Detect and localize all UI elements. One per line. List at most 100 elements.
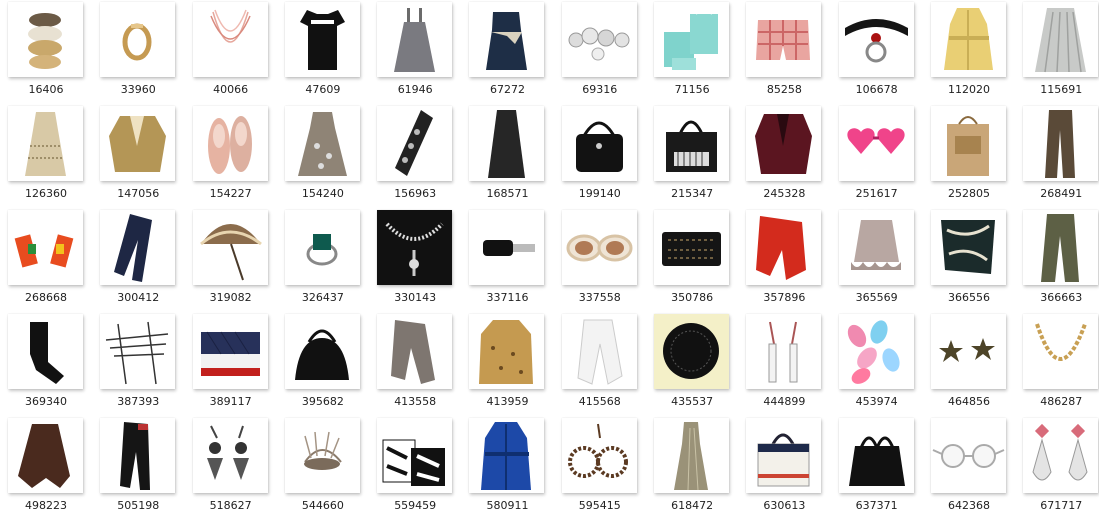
thumbnail-item[interactable]: 71156 (654, 2, 730, 102)
white-jeans-icon[interactable] (561, 314, 637, 389)
thumbnail-item[interactable]: 268491 (1023, 106, 1099, 206)
yellow-trench-coat-icon[interactable] (930, 2, 1006, 77)
thumbnail-item[interactable]: 366556 (930, 210, 1007, 310)
thumbnail-item[interactable]: 637371 (838, 418, 915, 518)
thumbnail-item[interactable]: 357896 (746, 210, 822, 310)
thumbnail-item[interactable]: 365569 (838, 210, 915, 310)
thumbnail-item[interactable]: 444899 (746, 314, 822, 414)
thumbnail-item[interactable]: 40066 (192, 2, 269, 102)
thumbnail-item[interactable]: 319082 (192, 210, 269, 310)
thumbnail-item[interactable]: 168571 (469, 106, 545, 206)
thumbnail-item[interactable]: 435537 (654, 314, 730, 414)
thumbnail-item[interactable]: 453974 (838, 314, 915, 414)
embellished-glove-icon[interactable] (377, 106, 453, 181)
black-alma-bag-icon[interactable] (284, 314, 360, 389)
thumbnail-item[interactable]: 268668 (8, 210, 84, 310)
thumbnail-item[interactable]: 300412 (100, 210, 176, 310)
brown-skirt-icon[interactable] (8, 418, 83, 493)
black-maxi-skirt-icon[interactable] (469, 106, 545, 181)
car-key-icon[interactable] (469, 210, 545, 285)
navy-strapless-dress-icon[interactable] (469, 2, 545, 77)
thumbnail-item[interactable]: 369340 (8, 314, 84, 414)
thumbnail-item[interactable]: 252805 (930, 106, 1007, 206)
thumbnail-item[interactable]: 147056 (100, 106, 176, 206)
thumbnail-item[interactable]: 366663 (1023, 210, 1099, 310)
silk-scarf-icon[interactable] (930, 210, 1006, 285)
grey-trousers-icon[interactable] (377, 314, 453, 389)
brown-trousers-icon[interactable] (1023, 106, 1099, 181)
chandelier-earrings-icon[interactable] (192, 418, 268, 493)
thumbnail-item[interactable]: 126360 (8, 106, 84, 206)
thumbnail-item[interactable]: 61946 (377, 2, 453, 102)
thumbnail-item[interactable]: 618472 (654, 418, 730, 518)
black-tights-icon[interactable] (8, 314, 83, 389)
quilted-bag-icon[interactable] (192, 314, 268, 389)
thumbnail-item[interactable]: 498223 (8, 418, 84, 518)
thumbnail-item[interactable]: 69316 (561, 2, 638, 102)
black-jeans-icon[interactable] (100, 418, 176, 493)
thumbnail-item[interactable]: 33960 (100, 2, 176, 102)
round-glasses-icon[interactable] (930, 418, 1006, 493)
black-clutch-icon[interactable] (654, 210, 730, 285)
drop-earrings-icon[interactable] (746, 314, 822, 389)
thumbnail-item[interactable]: 47609 (284, 2, 361, 102)
gold-chain-necklace-icon[interactable] (1023, 314, 1099, 389)
black-collar-icon[interactable] (838, 2, 914, 77)
colorful-earrings-icon[interactable] (8, 210, 83, 285)
navy-jeans-icon[interactable] (100, 210, 176, 285)
hair-pins-icon[interactable] (100, 314, 176, 389)
black-top-icon[interactable] (284, 2, 360, 77)
ruffle-skirt-icon[interactable] (838, 210, 914, 285)
burgundy-blazer-icon[interactable] (746, 106, 822, 181)
thumbnail-item[interactable]: 642368 (930, 418, 1007, 518)
thumbnail-item[interactable]: 464856 (930, 314, 1007, 414)
gold-jacket-icon[interactable] (100, 106, 176, 181)
thumbnail-item[interactable]: 154227 (192, 106, 269, 206)
thumbnail-item[interactable]: 505198 (100, 418, 176, 518)
thumbnail-item[interactable]: 486287 (1023, 314, 1099, 414)
wood-bead-bracelet-icon[interactable] (561, 418, 637, 493)
beaded-necklace-icon[interactable] (192, 2, 268, 77)
thumbnail-item[interactable]: 245328 (746, 106, 822, 206)
thumbnail-item[interactable]: 199140 (561, 106, 638, 206)
thumbnail-item[interactable]: 337558 (561, 210, 638, 310)
thumbnail-item[interactable]: 544660 (284, 418, 361, 518)
bangle-bracelets-icon[interactable] (8, 2, 83, 77)
thumbnail-item[interactable]: 337116 (469, 210, 545, 310)
thumbnail-item[interactable]: 415568 (561, 314, 638, 414)
thumbnail-item[interactable]: 156963 (377, 106, 453, 206)
thumbnail-item[interactable]: 595415 (561, 418, 638, 518)
pink-ballet-flats-icon[interactable] (192, 106, 268, 181)
thumbnail-item[interactable]: 16406 (8, 2, 84, 102)
thumbnail-item[interactable]: 251617 (838, 106, 915, 206)
crystal-drop-earrings-icon[interactable] (1023, 418, 1099, 493)
black-tote-icon[interactable] (654, 106, 730, 181)
emerald-ring-icon[interactable] (284, 210, 360, 285)
printed-dress-icon[interactable] (284, 106, 360, 181)
pleated-skirt-icon[interactable] (1023, 2, 1099, 77)
thumbnail-item[interactable]: 580911 (469, 418, 545, 518)
thumbnail-item[interactable]: 106678 (838, 2, 915, 102)
thumbnail-item[interactable]: 413558 (377, 314, 453, 414)
olive-trousers-icon[interactable] (1023, 210, 1099, 285)
thumbnail-item[interactable]: 395682 (284, 314, 361, 414)
thumbnail-item[interactable]: 326437 (284, 210, 361, 310)
thumbnail-item[interactable]: 115691 (1023, 2, 1099, 102)
thumbnail-item[interactable]: 112020 (930, 2, 1007, 102)
thumbnail-item[interactable]: 387393 (100, 314, 176, 414)
thumbnail-item[interactable]: 559459 (377, 418, 453, 518)
thumbnail-item[interactable]: 67272 (469, 2, 545, 102)
thumbnail-item[interactable]: 154240 (284, 106, 361, 206)
feather-fascinator-icon[interactable] (284, 418, 360, 493)
black-handbag-icon[interactable] (561, 106, 637, 181)
flip-flops-icon[interactable] (838, 314, 914, 389)
white-sunglasses-icon[interactable] (561, 210, 637, 285)
black-birkin-bag-icon[interactable] (838, 418, 914, 493)
thumbnail-item[interactable]: 671717 (1023, 418, 1099, 518)
patterned-shopping-bags-icon[interactable] (377, 418, 453, 493)
thumbnail-item[interactable]: 518627 (192, 418, 269, 518)
leopard-coat-icon[interactable] (469, 314, 545, 389)
star-earrings-icon[interactable] (930, 314, 1006, 389)
statement-necklace-icon[interactable] (377, 210, 453, 285)
thumbnail-item[interactable]: 350786 (654, 210, 730, 310)
